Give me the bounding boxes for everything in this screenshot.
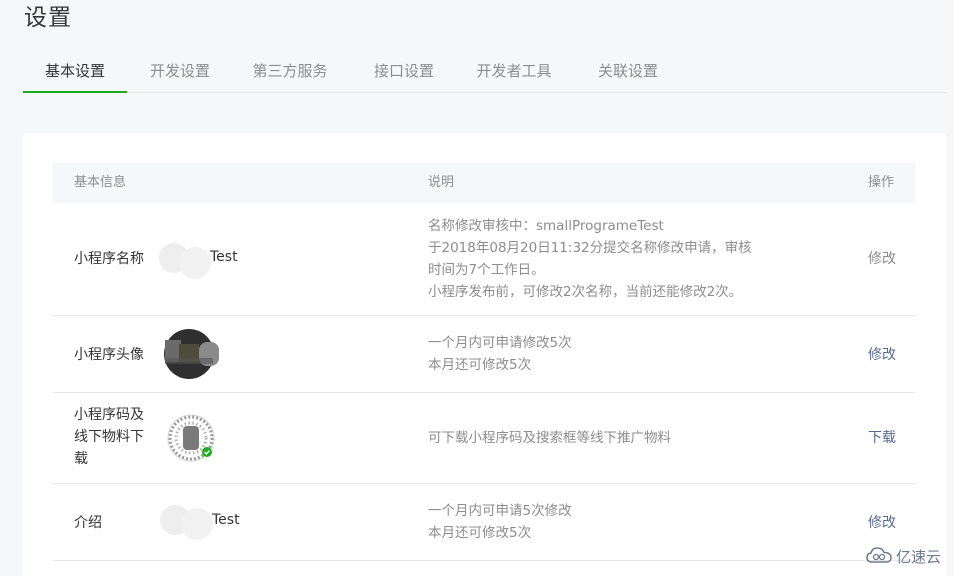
desc-line: 一个月内可申请修改5次	[428, 335, 572, 351]
table-header: 基本信息 说明 操作	[53, 163, 915, 203]
tab-dev-settings[interactable]: 开发设置	[136, 50, 224, 93]
desc-line: 时间为7个工作日。	[428, 262, 545, 278]
intro-value-text: Test	[212, 512, 240, 528]
table-row: 小程序码及线下物料下载 可下载小程序码及搜索框等线下推广物料 下载	[53, 393, 915, 484]
desc-line: 名称修改审核中：smallProgrameTest	[428, 218, 664, 234]
desc-line: 于2018年08月20日11:32分提交名称修改申请，审核	[428, 240, 752, 256]
edit-avatar-button[interactable]: 修改	[868, 344, 896, 366]
row-label-qrcode-materials: 小程序码及线下物料下载	[74, 407, 144, 467]
row-label-introduction: 介绍	[74, 515, 102, 531]
avatar-image	[164, 329, 219, 379]
settings-card: 基本信息 说明 操作 小程序名称 Test 名称修改审核中：smallProgr…	[23, 133, 946, 576]
row-description: 可下载小程序码及搜索框等线下推广物料	[428, 427, 778, 449]
watermark: 亿速云	[866, 544, 941, 568]
table-row: 小程序名称 Test 名称修改审核中：smallProgrameTest 于20…	[53, 203, 915, 316]
tab-third-party-services[interactable]: 第三方服务	[240, 50, 340, 93]
settings-tabs: 基本设置 开发设置 第三方服务 接口设置 开发者工具 关联设置	[23, 50, 946, 93]
desc-line: 本月还可修改5次	[428, 357, 532, 373]
header-basic-info: 基本信息	[74, 175, 127, 190]
header-operation: 操作	[868, 175, 895, 190]
miniprogram-code-icon	[167, 414, 215, 462]
page-title: 设置	[24, 5, 72, 31]
desc-line: 可下载小程序码及搜索框等线下推广物料	[428, 430, 671, 446]
row-label-miniprogram-name: 小程序名称	[74, 251, 144, 267]
desc-line: 小程序发布前，可修改2次名称，当前还能修改2次。	[428, 284, 743, 300]
watermark-text: 亿速云	[896, 547, 942, 566]
row-description: 一个月内可申请5次修改 本月还可修改5次	[428, 500, 778, 544]
name-value-text: Test	[210, 249, 238, 265]
cloud-logo-icon	[866, 547, 892, 563]
tab-basic-settings[interactable]: 基本设置	[23, 50, 127, 93]
header-description: 说明	[428, 175, 455, 190]
row-description: 一个月内可申请修改5次 本月还可修改5次	[428, 332, 778, 376]
table-row: 小程序头像 一个月内可申请修改5次 本月还可修改5次 修改	[53, 316, 915, 393]
tab-api-settings[interactable]: 接口设置	[360, 50, 448, 93]
desc-line: 一个月内可申请5次修改	[428, 503, 572, 519]
row-description: 名称修改审核中：smallProgrameTest 于2018年08月20日11…	[428, 215, 778, 303]
download-button[interactable]: 下载	[868, 427, 896, 449]
table-row: 介绍 Test 一个月内可申请5次修改 本月还可修改5次 修改	[53, 484, 915, 561]
tab-developer-tools[interactable]: 开发者工具	[464, 50, 564, 93]
edit-name-button[interactable]: 修改	[868, 248, 896, 270]
desc-line: 本月还可修改5次	[428, 525, 532, 541]
tab-related-settings[interactable]: 关联设置	[584, 50, 672, 93]
row-label-avatar: 小程序头像	[74, 347, 144, 363]
edit-intro-button[interactable]: 修改	[868, 512, 896, 534]
